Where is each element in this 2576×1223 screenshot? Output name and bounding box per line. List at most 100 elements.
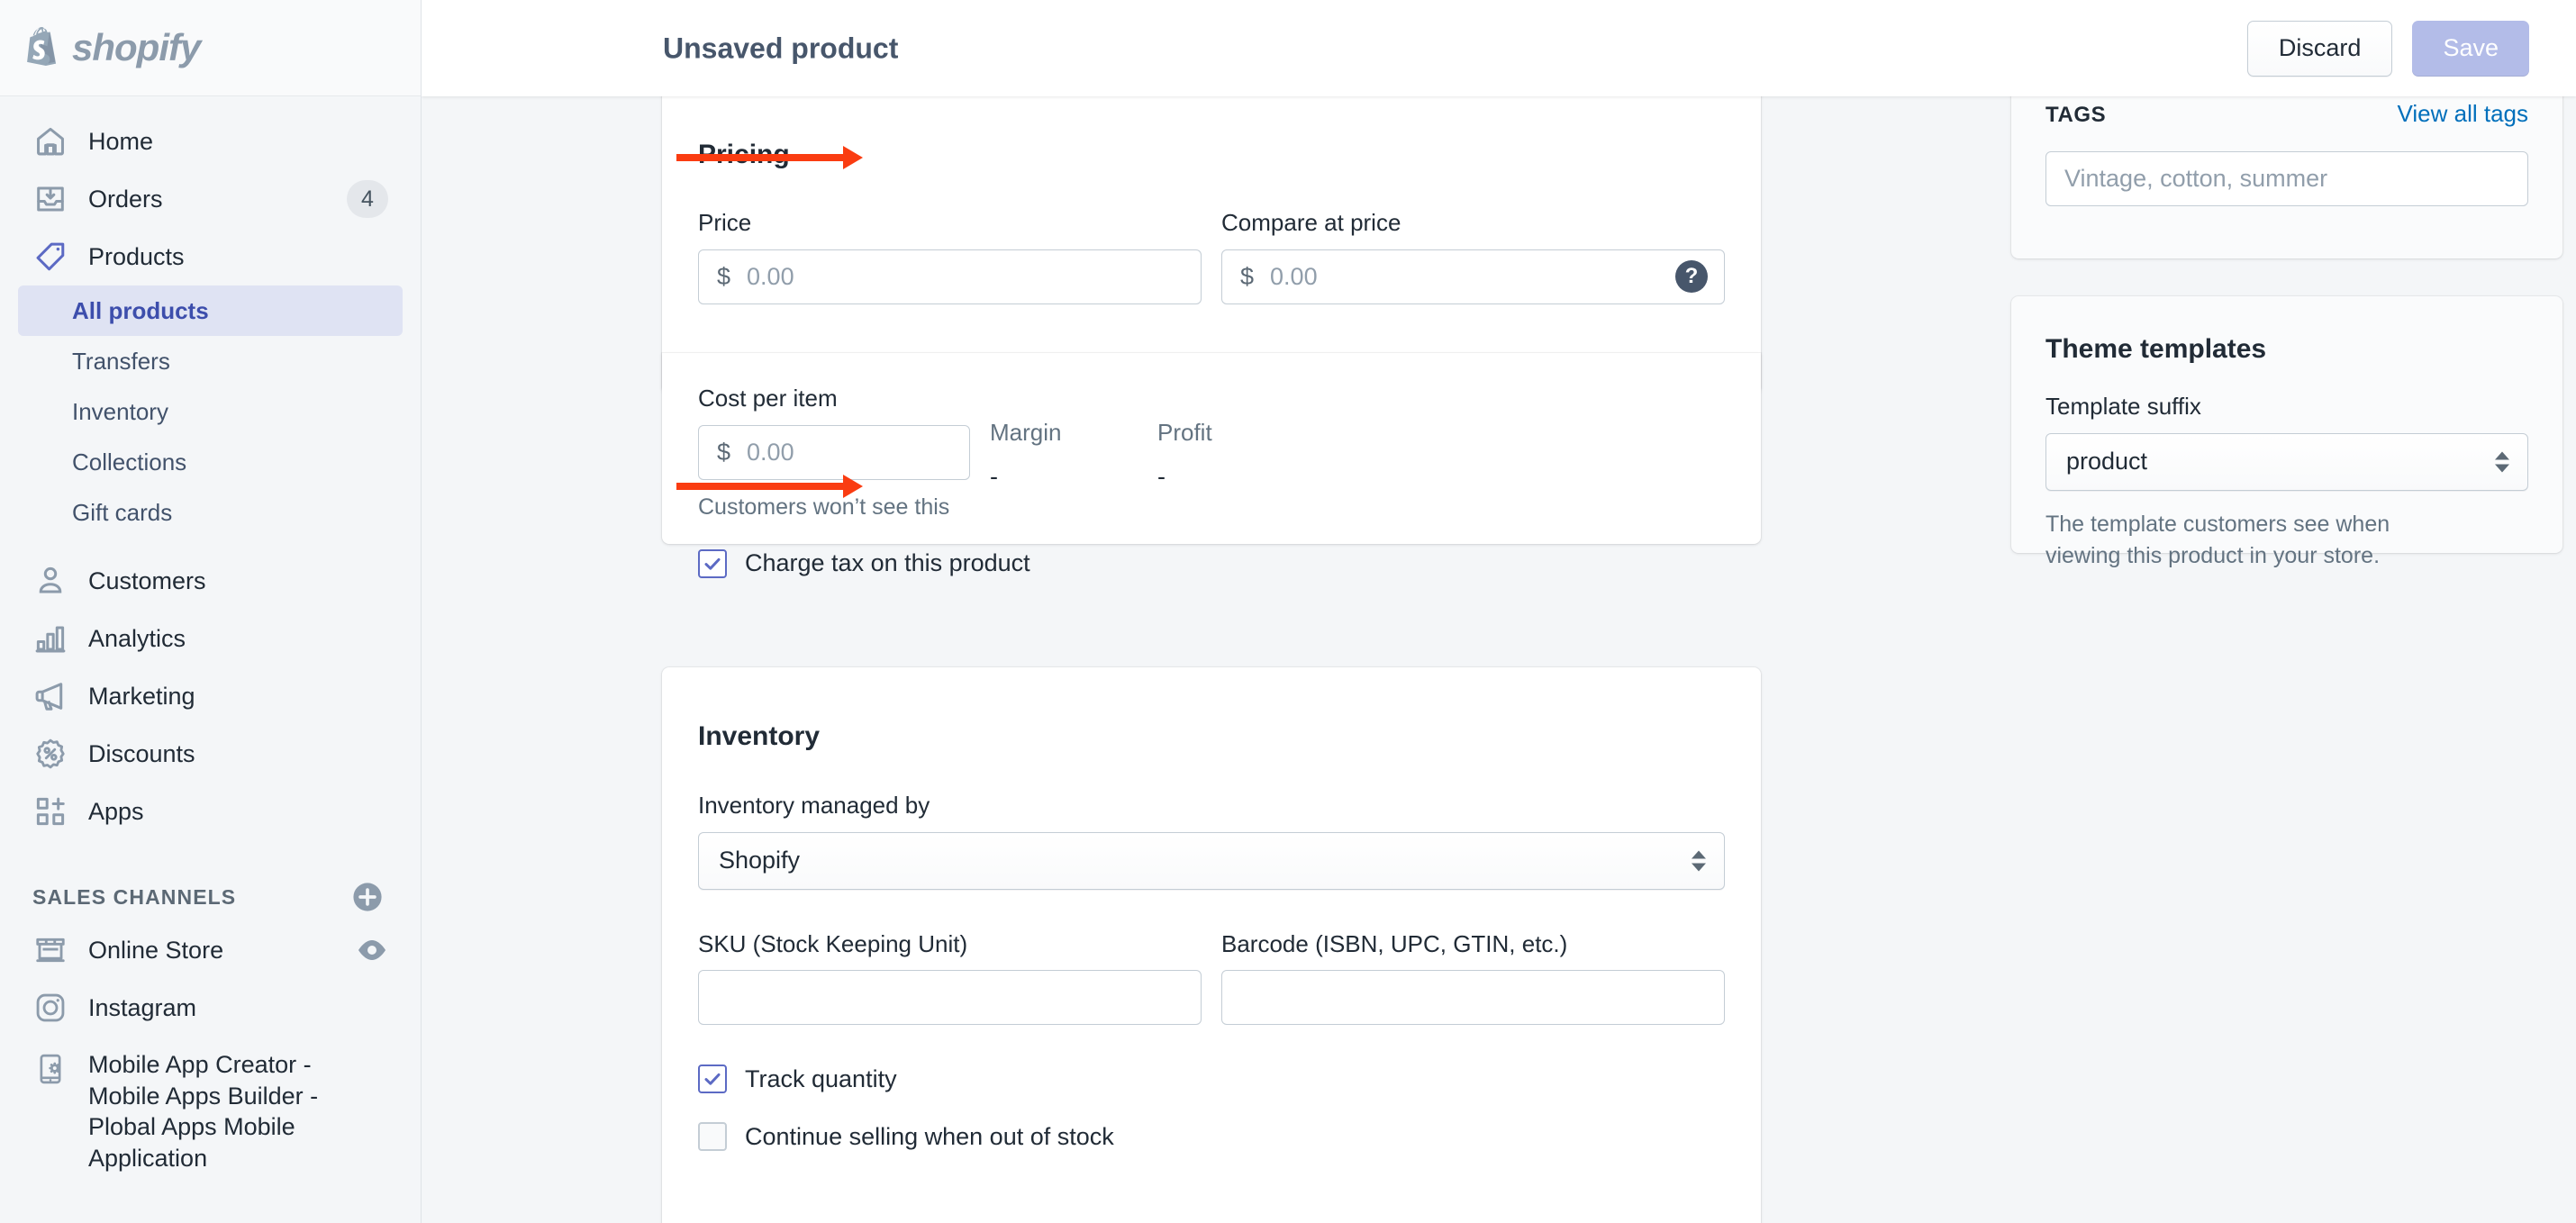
sidebar-item-home[interactable]: Home <box>18 113 403 170</box>
price-label: Price <box>698 209 752 236</box>
shopify-wordmark: shopify <box>72 26 201 68</box>
sidebar-item-label: Orders <box>88 185 163 213</box>
sidebar-item-inventory[interactable]: Inventory <box>18 386 403 437</box>
discount-percent-icon <box>32 736 68 772</box>
sidebar-item-gift-cards[interactable]: Gift cards <box>18 487 403 538</box>
top-bar: Unsaved product Discard Save <box>422 0 2576 96</box>
charge-tax-row[interactable]: Charge tax on this product <box>662 548 1761 578</box>
mobile-app-icon <box>32 1051 68 1087</box>
cost-per-item-input[interactable]: $ 0.00 <box>698 424 970 480</box>
margin-value: - <box>990 463 998 490</box>
sidebar-item-products[interactable]: Products <box>18 228 403 285</box>
sidebar-item-transfers[interactable]: Transfers <box>18 336 403 386</box>
track-quantity-checkbox[interactable] <box>698 1064 727 1093</box>
sidebar-item-orders[interactable]: Orders 4 <box>18 170 403 228</box>
main-sidebar: shopify Home Orders 4 Products All produ… <box>0 0 422 1223</box>
price-currency-prefix: $ <box>717 262 731 290</box>
continue-selling-checkbox[interactable] <box>698 1122 727 1151</box>
cost-placeholder: 0.00 <box>747 438 794 466</box>
customer-person-icon <box>32 563 68 599</box>
sidebar-item-collections[interactable]: Collections <box>18 437 403 487</box>
analytics-bars-icon <box>32 621 68 657</box>
price-input[interactable]: $ 0.00 <box>698 249 1202 304</box>
content-area: Pricing Price $ 0.00 Compare at price $ <box>422 96 2576 1223</box>
sku-input[interactable] <box>698 970 1202 1025</box>
topbar-actions: Discard Save <box>2246 20 2529 77</box>
sidebar-item-customers[interactable]: Customers <box>18 552 403 610</box>
view-all-tags-link[interactable]: View all tags <box>2398 100 2529 128</box>
inventory-managed-by-select[interactable]: Shopify <box>698 831 1725 890</box>
primary-nav: Home Orders 4 Products All products Tran… <box>0 96 421 1186</box>
page-title: Unsaved product <box>663 32 899 64</box>
main-column: Unsaved product Discard Save Pricing Pri… <box>422 0 2576 1223</box>
theme-templates-heading: Theme templates <box>2045 334 2267 364</box>
discard-button[interactable]: Discard <box>2246 20 2393 77</box>
price-placeholder: 0.00 <box>747 262 794 290</box>
sidebar-item-mobile-app-creator[interactable]: Mobile App Creator - Mobile Apps Builder… <box>18 1037 403 1186</box>
template-helper-line-1: The template customers see when <box>2045 511 2390 537</box>
sidebar-item-discounts[interactable]: Discounts <box>18 725 403 783</box>
margin-label: Margin <box>990 419 1062 446</box>
inventory-card: Inventory Inventory managed by Shopify S… <box>662 667 1761 1223</box>
shopify-admin-window: shopify Home Orders 4 Products All produ… <box>0 0 2576 1223</box>
compare-at-price-input[interactable]: $ 0.00 ? <box>1221 249 1725 304</box>
sidebar-item-instagram[interactable]: Instagram <box>18 979 403 1037</box>
sidebar-item-marketing[interactable]: Marketing <box>18 667 403 725</box>
sidebar-item-label: Marketing <box>88 682 195 710</box>
tags-panel: TAGS View all tags Vintage, cotton, summ… <box>2011 96 2562 258</box>
home-icon <box>32 123 68 159</box>
sidebar-item-label: Home <box>88 127 154 155</box>
sidebar-item-analytics[interactable]: Analytics <box>18 610 403 667</box>
inventory-heading: Inventory <box>698 721 821 751</box>
sidebar-item-online-store[interactable]: Online Store <box>18 921 403 979</box>
charge-tax-checkbox[interactable] <box>698 548 727 578</box>
sidebar-subitem-label: Transfers <box>72 347 170 375</box>
continue-selling-row[interactable]: Continue selling when out of stock <box>662 1122 1761 1151</box>
barcode-input[interactable] <box>1221 970 1725 1025</box>
help-icon[interactable]: ? <box>1675 260 1708 293</box>
tags-eyebrow: TAGS <box>2045 103 2107 127</box>
tags-input[interactable]: Vintage, cotton, summer <box>2045 151 2528 206</box>
apps-grid-plus-icon <box>32 793 68 829</box>
sidebar-item-label: Analytics <box>88 624 186 652</box>
sidebar-subitem-label: Collections <box>72 448 187 476</box>
inventory-managed-by-label: Inventory managed by <box>698 792 930 819</box>
sidebar-item-label: Mobile App Creator - Mobile Apps Builder… <box>88 1051 319 1172</box>
track-quantity-label: Track quantity <box>745 1064 897 1092</box>
theme-templates-panel: Theme templates Template suffix product … <box>2011 296 2562 568</box>
sidebar-item-label: Online Store <box>88 936 224 964</box>
select-stepper-icon <box>2495 451 2509 472</box>
sidebar-item-apps[interactable]: Apps <box>18 783 403 840</box>
template-helper-line-2: viewing this product in your store. <box>2045 543 2381 568</box>
product-tag-icon <box>32 239 68 275</box>
continue-selling-label: Continue selling when out of stock <box>745 1122 1114 1150</box>
track-quantity-row[interactable]: Track quantity <box>662 1064 1761 1093</box>
sidebar-item-label: Instagram <box>88 993 197 1021</box>
compare-placeholder: 0.00 <box>1270 262 1318 290</box>
sales-channels-heading: SALES CHANNELS <box>32 884 237 909</box>
eye-icon[interactable] <box>356 938 388 962</box>
sku-label: SKU (Stock Keeping Unit) <box>698 929 968 957</box>
template-suffix-select[interactable]: product <box>2045 432 2528 491</box>
sidebar-item-label: Apps <box>88 797 144 825</box>
sidebar-item-all-products[interactable]: All products <box>18 285 403 336</box>
sidebar-subitem-label: All products <box>72 296 209 324</box>
instagram-icon <box>32 990 68 1026</box>
select-stepper-icon <box>1692 850 1706 871</box>
barcode-label: Barcode (ISBN, UPC, GTIN, etc.) <box>1221 929 1568 957</box>
tags-panel-header: TAGS View all tags <box>2045 100 2528 128</box>
template-suffix-value: product <box>2066 448 2148 475</box>
template-suffix-label: Template suffix <box>2045 393 2201 420</box>
products-subnav: All products Transfers Inventory Collect… <box>0 285 421 538</box>
plus-circle-icon[interactable] <box>352 882 383 912</box>
save-button[interactable]: Save <box>2412 20 2529 77</box>
sidebar-item-label: Products <box>88 242 185 270</box>
cost-currency-prefix: $ <box>717 438 731 466</box>
marketing-megaphone-icon <box>32 678 68 714</box>
sidebar-subitem-label: Gift cards <box>72 498 173 526</box>
cost-per-item-label: Cost per item <box>698 385 838 412</box>
annotation-arrow-pricing <box>676 146 863 169</box>
orders-inbox-icon <box>32 181 68 217</box>
shopify-logo[interactable]: shopify <box>0 0 421 96</box>
charge-tax-label: Charge tax on this product <box>745 549 1030 576</box>
